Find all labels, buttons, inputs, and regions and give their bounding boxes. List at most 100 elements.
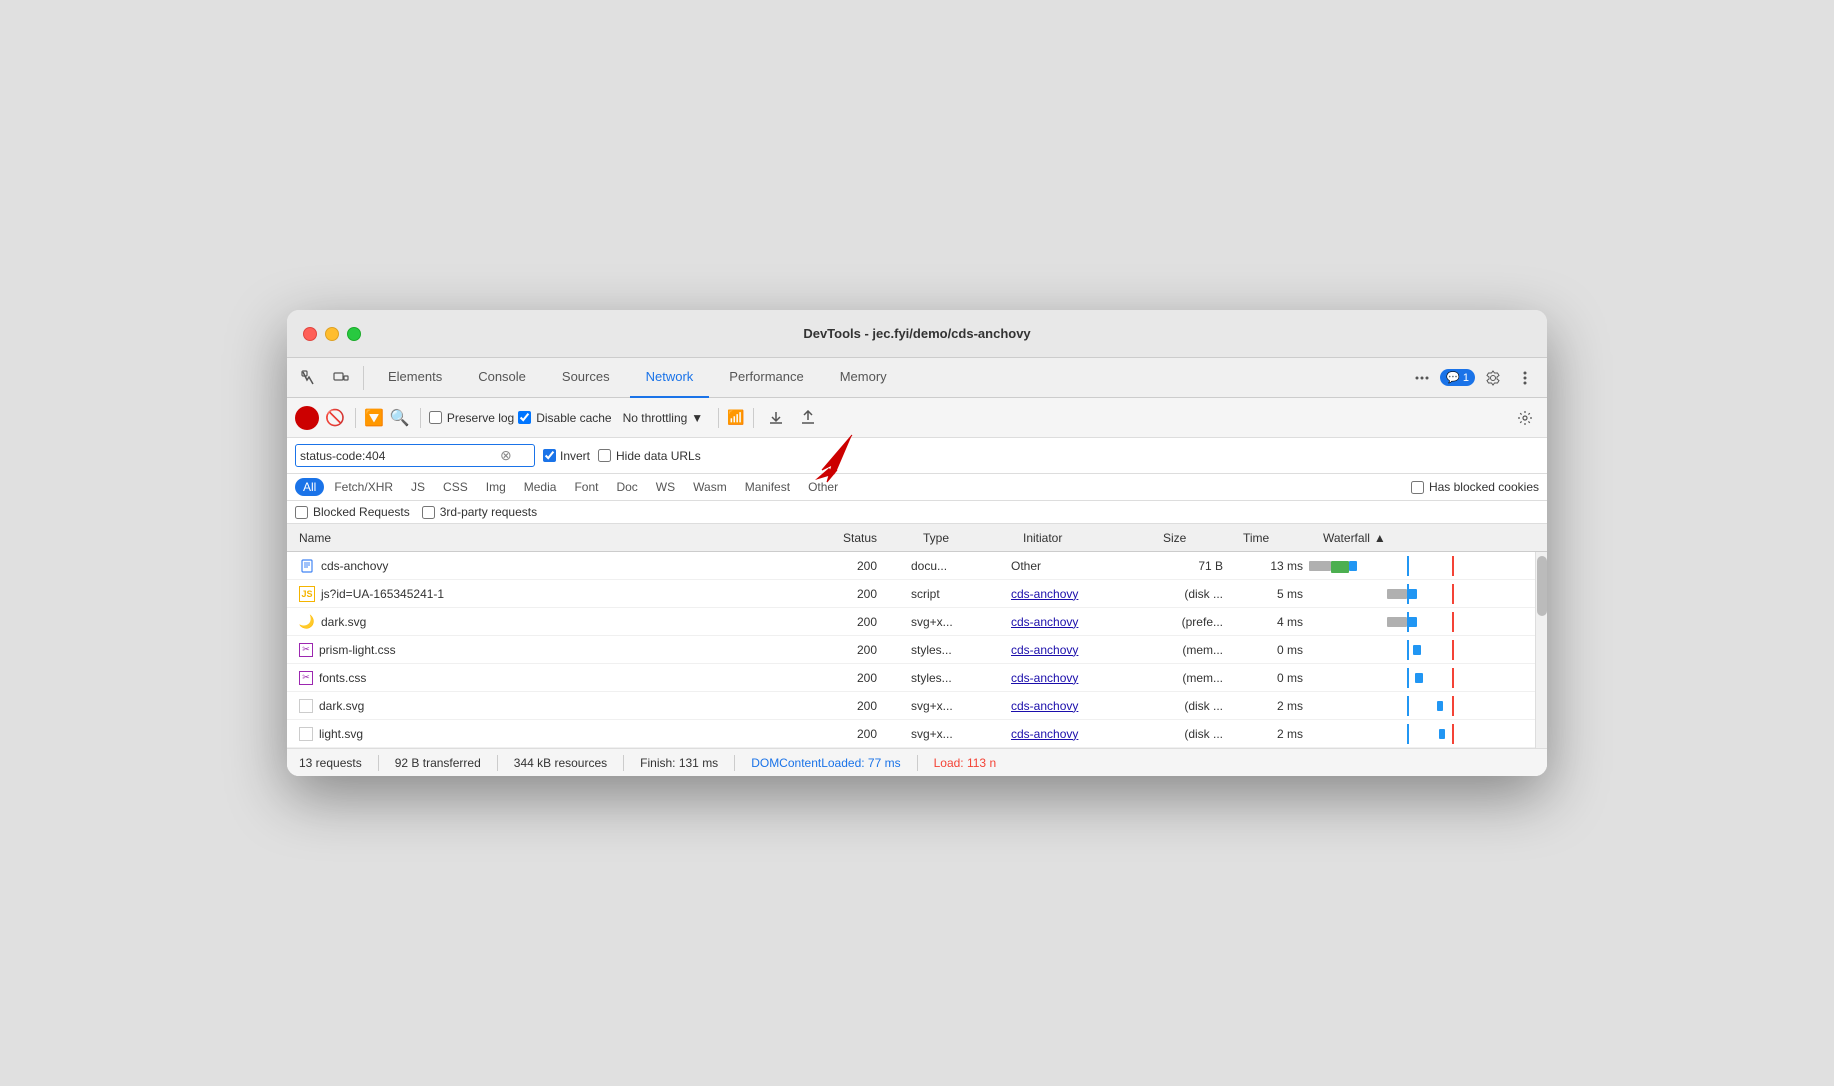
cell-initiator-1[interactable]: cds-anchovy [1007, 587, 1147, 601]
tab-performance[interactable]: Performance [713, 358, 819, 398]
filter-icon[interactable]: 🔽 [364, 408, 384, 428]
maximize-button[interactable] [347, 327, 361, 341]
cell-type-0: docu... [907, 559, 1007, 573]
cell-name-2: 🌙 dark.svg [295, 614, 827, 630]
type-btn-css[interactable]: CSS [435, 478, 476, 496]
cell-status-5: 200 [827, 699, 907, 713]
hide-data-urls-checkbox[interactable] [598, 449, 611, 462]
filter-input-wrapper: ⊗ [295, 444, 535, 467]
cell-initiator-2[interactable]: cds-anchovy [1007, 615, 1147, 629]
toolbar-divider-2 [420, 408, 421, 428]
third-party-checkbox[interactable] [422, 506, 435, 519]
throttling-dropdown[interactable]: No throttling ▼ [616, 407, 711, 429]
col-status[interactable]: Status [839, 531, 919, 545]
type-btn-wasm[interactable]: Wasm [685, 478, 735, 496]
css-icon-2: ✂ [299, 671, 313, 685]
col-initiator[interactable]: Initiator [1019, 531, 1159, 545]
invert-checkbox[interactable] [543, 449, 556, 462]
tab-memory[interactable]: Memory [824, 358, 903, 398]
cell-initiator-4[interactable]: cds-anchovy [1007, 671, 1147, 685]
window-title: DevTools - jec.fyi/demo/cds-anchovy [803, 326, 1030, 341]
col-time[interactable]: Time [1239, 531, 1319, 545]
cell-time-4: 0 ms [1227, 671, 1307, 685]
toolbar-divider-1 [355, 408, 356, 428]
inspect-icon[interactable] [295, 364, 323, 392]
tab-console[interactable]: Console [462, 358, 542, 398]
table-content: cds-anchovy 200 docu... Other 71 B 13 ms [287, 552, 1547, 748]
settings-icon[interactable] [1479, 364, 1507, 392]
preserve-log-checkbox[interactable] [429, 411, 442, 424]
invert-label[interactable]: Invert [543, 449, 590, 463]
col-name[interactable]: Name [295, 531, 839, 545]
import-icon[interactable] [762, 404, 790, 432]
type-btn-doc[interactable]: Doc [608, 478, 645, 496]
table-row[interactable]: ✂ prism-light.css 200 styles... cds-anch… [287, 636, 1535, 664]
cell-time-1: 5 ms [1227, 587, 1307, 601]
type-btn-other[interactable]: Other [800, 478, 846, 496]
cell-initiator-6[interactable]: cds-anchovy [1007, 727, 1147, 741]
record-button[interactable] [295, 406, 319, 430]
cell-time-2: 4 ms [1227, 615, 1307, 629]
cell-waterfall-0 [1307, 556, 1507, 576]
close-button[interactable] [303, 327, 317, 341]
requests-count: 13 requests [299, 756, 362, 770]
export-icon[interactable] [794, 404, 822, 432]
has-blocked-cookies-label[interactable]: Has blocked cookies [1411, 480, 1539, 494]
type-btn-media[interactable]: Media [516, 478, 565, 496]
more-tabs-icon[interactable] [1408, 364, 1436, 392]
blocked-requests-checkbox[interactable] [295, 506, 308, 519]
message-badge[interactable]: 💬 1 [1440, 369, 1475, 386]
network-toolbar: 🚫 🔽 🔍 Preserve log Disable cache No thro… [287, 398, 1547, 438]
table-body: cds-anchovy 200 docu... Other 71 B 13 ms [287, 552, 1535, 748]
col-waterfall[interactable]: Waterfall ▲ [1319, 531, 1519, 545]
type-filter-bar: All Fetch/XHR JS CSS Img Media Font Doc [287, 474, 1547, 501]
tab-network[interactable]: Network [630, 358, 710, 398]
cell-name-5: dark.svg [295, 699, 827, 713]
cell-type-1: script [907, 587, 1007, 601]
device-toolbar-icon[interactable] [327, 364, 355, 392]
status-sep-4 [734, 755, 735, 771]
scrollbar[interactable] [1535, 552, 1547, 748]
css-icon: ✂ [299, 643, 313, 657]
kebab-icon[interactable] [1511, 364, 1539, 392]
type-btn-img[interactable]: Img [478, 478, 514, 496]
hide-data-urls-label[interactable]: Hide data URLs [598, 449, 701, 463]
col-type[interactable]: Type [919, 531, 1019, 545]
type-btn-js[interactable]: JS [403, 478, 433, 496]
minimize-button[interactable] [325, 327, 339, 341]
search-icon[interactable]: 🔍 [388, 406, 412, 430]
type-filter-right: Has blocked cookies [1411, 480, 1539, 494]
disable-cache-label[interactable]: Disable cache [518, 411, 611, 425]
cell-initiator-0: Other [1007, 559, 1147, 573]
table-row[interactable]: light.svg 200 svg+x... cds-anchovy (disk… [287, 720, 1535, 748]
preserve-log-label[interactable]: Preserve log [429, 411, 514, 425]
network-conditions-icon[interactable]: 📶 [727, 409, 744, 426]
cell-initiator-5[interactable]: cds-anchovy [1007, 699, 1147, 713]
type-btn-manifest[interactable]: Manifest [737, 478, 798, 496]
disable-cache-checkbox[interactable] [518, 411, 531, 424]
type-btn-all[interactable]: All [295, 478, 324, 496]
table-row[interactable]: ✂ fonts.css 200 styles... cds-anchovy (m… [287, 664, 1535, 692]
tab-sources[interactable]: Sources [546, 358, 626, 398]
table-row[interactable]: JS js?id=UA-165345241-1 200 script cds-a… [287, 580, 1535, 608]
cell-waterfall-2 [1307, 612, 1507, 632]
cell-status-3: 200 [827, 643, 907, 657]
type-btn-font[interactable]: Font [566, 478, 606, 496]
has-blocked-cookies-checkbox[interactable] [1411, 481, 1424, 494]
clear-button[interactable]: 🚫 [323, 406, 347, 430]
cell-size-6: (disk ... [1147, 727, 1227, 741]
type-btn-ws[interactable]: WS [648, 478, 683, 496]
cell-name-3: ✂ prism-light.css [295, 643, 827, 657]
network-settings-icon[interactable] [1511, 404, 1539, 432]
cell-initiator-3[interactable]: cds-anchovy [1007, 643, 1147, 657]
table-row[interactable]: cds-anchovy 200 docu... Other 71 B 13 ms [287, 552, 1535, 580]
tab-elements[interactable]: Elements [372, 358, 458, 398]
col-size[interactable]: Size [1159, 531, 1239, 545]
blocked-requests-label[interactable]: Blocked Requests [295, 505, 410, 519]
table-row[interactable]: 🌙 dark.svg 200 svg+x... cds-anchovy (pre… [287, 608, 1535, 636]
filter-input[interactable] [300, 449, 500, 463]
type-btn-fetch-xhr[interactable]: Fetch/XHR [326, 478, 401, 496]
filter-clear-icon[interactable]: ⊗ [500, 447, 512, 464]
third-party-label[interactable]: 3rd-party requests [422, 505, 537, 519]
table-row[interactable]: dark.svg 200 svg+x... cds-anchovy (disk … [287, 692, 1535, 720]
